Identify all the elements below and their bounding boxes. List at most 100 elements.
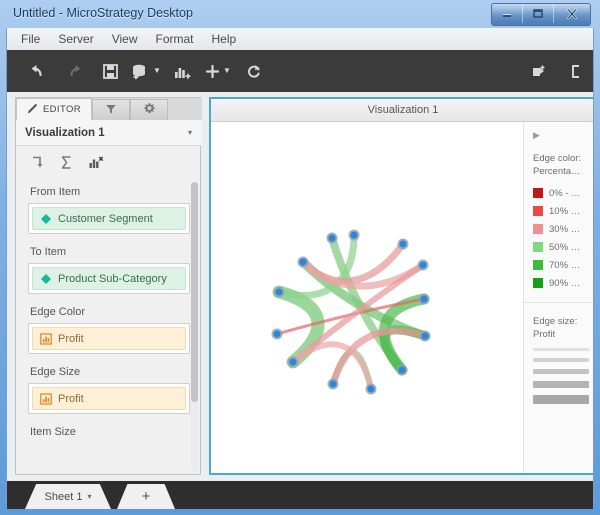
network-node[interactable] — [365, 383, 377, 395]
legend-swatch — [533, 206, 543, 216]
legend-item-label: 0% - … — [549, 187, 581, 199]
network-node-core — [350, 231, 358, 239]
legend-size-bar — [533, 348, 589, 351]
sigma-aggregate-icon[interactable] — [59, 155, 74, 170]
menu-view[interactable]: View — [103, 30, 147, 48]
redo-icon — [70, 65, 81, 77]
undo-button[interactable] — [23, 54, 53, 88]
layout-button[interactable] — [561, 54, 591, 88]
menu-file[interactable]: File — [12, 30, 49, 48]
sheet-tab-1[interactable]: Sheet 1 ▾ — [25, 484, 111, 509]
gear-icon — [143, 102, 156, 118]
network-node[interactable] — [273, 286, 285, 298]
undo-icon — [31, 65, 42, 77]
network-node[interactable] — [287, 356, 299, 368]
legend-size-title: Edge size: — [533, 316, 578, 327]
insert-button[interactable]: ▼ — [203, 54, 233, 88]
sheet-tab-caret-icon[interactable]: ▾ — [87, 492, 91, 501]
visualization-title: Visualization 1 — [211, 99, 593, 122]
shelf-to-item[interactable]: Product Sub-Category — [28, 263, 190, 294]
network-node[interactable] — [396, 364, 408, 376]
add-filter-button[interactable] — [525, 54, 555, 88]
add-sheet-button[interactable]: + — [117, 484, 175, 509]
attribute-diamond-icon — [40, 273, 52, 285]
network-node-core — [328, 234, 336, 242]
chip-edge-color-profit[interactable]: Profit — [32, 327, 186, 350]
add-visualization-button[interactable] — [167, 54, 197, 88]
refresh-button[interactable] — [239, 54, 269, 88]
add-data-button[interactable]: ▼ — [131, 54, 161, 88]
redo-button[interactable] — [59, 54, 89, 88]
chip-customer-segment[interactable]: Customer Segment — [32, 207, 186, 230]
shelf-edge-size-label: Edge Size — [30, 366, 81, 378]
network-node[interactable] — [348, 229, 360, 241]
legend-item-label: 50% … — [549, 241, 581, 253]
legend-size-bar — [533, 395, 589, 404]
network-node-core — [275, 288, 283, 296]
legend-item-label: 10% … — [549, 205, 581, 217]
visualization-selector[interactable]: Visualization 1 ▾ — [16, 120, 202, 146]
maximize-button[interactable] — [523, 4, 554, 23]
close-button[interactable] — [554, 4, 590, 23]
tab-properties[interactable] — [130, 99, 168, 120]
network-node[interactable] — [418, 293, 430, 305]
legend-edge-size-section: Edge size: Profit — [524, 315, 593, 404]
legend-collapse-icon[interactable]: ▶ — [533, 130, 593, 140]
network-node[interactable] — [271, 328, 283, 340]
network-node[interactable] — [417, 259, 429, 271]
insert-caret[interactable]: ▼ — [223, 67, 231, 75]
pencil-icon — [27, 102, 39, 117]
legend-item[interactable]: 90% … — [533, 274, 593, 292]
sheet-tab-1-label: Sheet 1 — [44, 490, 83, 503]
network-node-core — [299, 258, 307, 266]
window-controls — [491, 3, 591, 26]
shelf-edge-color[interactable]: Profit — [28, 323, 190, 354]
title-bar: Untitled - MicroStrategy Desktop — [0, 0, 600, 28]
maximize-icon — [533, 9, 543, 18]
network-node-core — [367, 385, 375, 393]
legend-swatch — [533, 278, 543, 288]
tab-filters[interactable] — [92, 99, 130, 120]
legend-swatch — [533, 188, 543, 198]
legend-item[interactable]: 0% - … — [533, 184, 593, 202]
editor-scrollbar-thumb[interactable] — [191, 182, 198, 402]
swap-axes-icon[interactable] — [30, 155, 45, 170]
shelf-list: From Item Customer Segment To Item Produ… — [16, 180, 202, 475]
legend-item[interactable]: 70% … — [533, 256, 593, 274]
legend-swatch — [533, 242, 543, 252]
add-data-caret[interactable]: ▼ — [153, 67, 161, 75]
main-toolbar: ▼ ▼ — [6, 50, 594, 92]
chart-axis-icon[interactable] — [88, 155, 104, 170]
network-node[interactable] — [326, 232, 338, 244]
metric-bars-icon — [40, 392, 52, 405]
legend-swatch — [533, 224, 543, 234]
metric-bars-icon — [40, 332, 52, 345]
legend-item-label: 90% … — [549, 277, 581, 289]
application-window: Untitled - MicroStrategy Desktop File Se… — [0, 0, 600, 515]
network-node[interactable] — [297, 256, 309, 268]
network-node[interactable] — [327, 378, 339, 390]
shelf-edge-size[interactable]: Profit — [28, 383, 190, 414]
shelf-from-item[interactable]: Customer Segment — [28, 203, 190, 234]
legend-item[interactable]: 10% … — [533, 202, 593, 220]
legend-color-items: 0% - … 10% … 30% … 50% … 70% … 90% … — [533, 184, 593, 292]
network-node[interactable] — [419, 330, 431, 342]
menu-format[interactable]: Format — [146, 30, 202, 48]
menu-help[interactable]: Help — [203, 30, 246, 48]
save-button[interactable] — [95, 54, 125, 88]
panel-tabs: EDITOR — [16, 98, 202, 120]
legend-item[interactable]: 50% … — [533, 238, 593, 256]
chip-edge-size-profit[interactable]: Profit — [32, 387, 186, 410]
window-title: Untitled - MicroStrategy Desktop — [13, 6, 193, 20]
minimize-button[interactable] — [492, 4, 523, 23]
chip-product-sub-category[interactable]: Product Sub-Category — [32, 267, 186, 290]
editor-scrollbar[interactable] — [191, 182, 198, 472]
legend-item[interactable]: 30% … — [533, 220, 593, 238]
chip-from-item-label: Customer Segment — [58, 212, 153, 225]
chevron-down-icon[interactable]: ▾ — [188, 128, 192, 137]
network-node-core — [419, 261, 427, 269]
network-node[interactable] — [397, 238, 409, 250]
tab-editor[interactable]: EDITOR — [16, 98, 92, 120]
menu-server[interactable]: Server — [49, 30, 102, 48]
add-data-icon — [133, 64, 146, 79]
